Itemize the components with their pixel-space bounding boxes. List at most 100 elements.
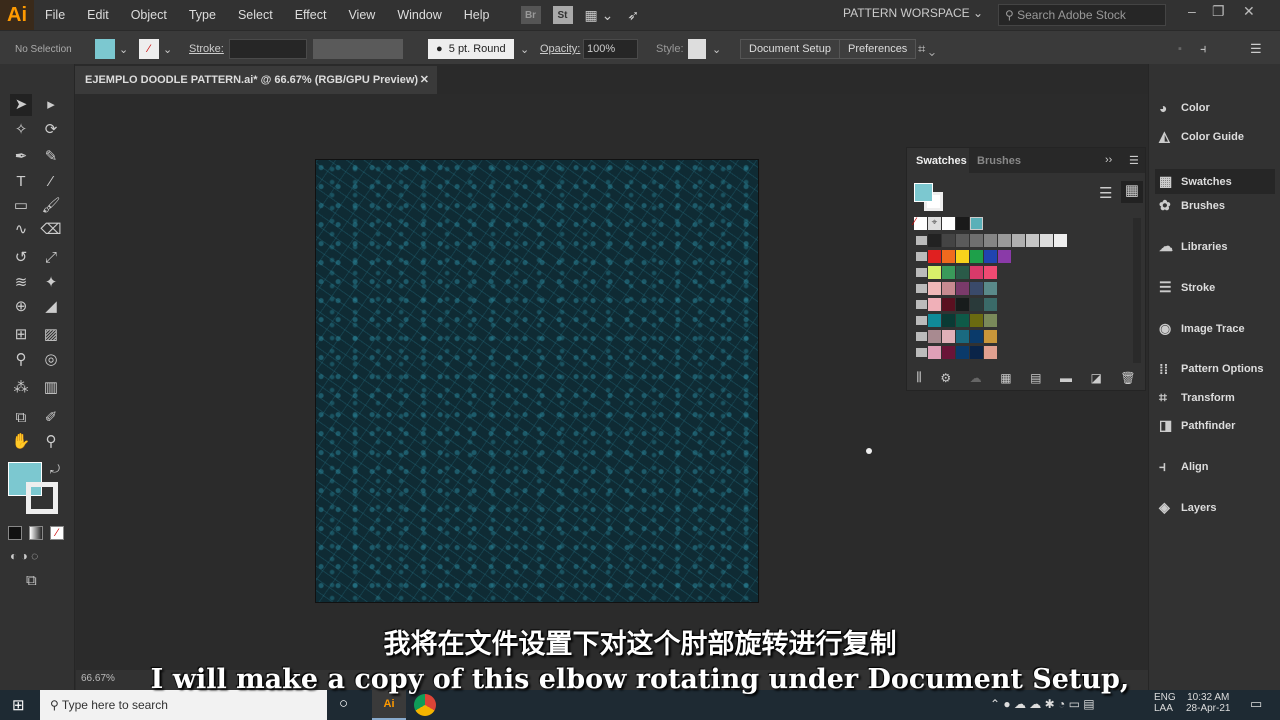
swatch[interactable] <box>956 330 969 343</box>
rotate-tool-icon[interactable]: ↺ <box>10 247 32 269</box>
swatch[interactable] <box>928 266 941 279</box>
swatch[interactable] <box>984 282 997 295</box>
stroke-weight-field[interactable] <box>229 39 307 59</box>
color-mode-icon[interactable] <box>8 526 22 540</box>
menu-file[interactable]: File <box>34 8 76 22</box>
close-icon[interactable]: ✕ <box>420 73 429 86</box>
swatch-white[interactable] <box>942 217 955 230</box>
chrome-taskbar-icon[interactable] <box>414 694 436 716</box>
swatch[interactable] <box>984 266 997 279</box>
artboard-tool-icon[interactable]: ⧉ <box>10 407 32 429</box>
screen-mode-icon[interactable]: ⧉ <box>26 572 37 589</box>
swatch[interactable] <box>984 298 997 311</box>
swatch-black[interactable] <box>956 217 969 230</box>
panel-layers[interactable]: ◈ Layers <box>1159 499 1216 516</box>
fill-swatch[interactable] <box>95 39 115 59</box>
workspace-switcher[interactable]: PATTERN WORSPACE ⌄ <box>843 6 983 20</box>
stroke-label[interactable]: Stroke: <box>189 39 224 59</box>
swatch[interactable] <box>942 330 955 343</box>
selection-tool-icon[interactable]: ➤ <box>10 94 32 116</box>
swatch[interactable] <box>970 330 983 343</box>
swatch[interactable] <box>984 346 997 359</box>
swatch[interactable] <box>1012 234 1025 247</box>
swatch[interactable] <box>942 282 955 295</box>
opacity-label[interactable]: Opacity: <box>540 39 580 59</box>
variable-width-profile[interactable] <box>313 39 403 59</box>
brush-definition[interactable]: ● 5 pt. Round <box>428 39 514 59</box>
menu-edit[interactable]: Edit <box>76 8 120 22</box>
swatch[interactable] <box>928 250 941 263</box>
scale-tool-icon[interactable]: ⤢ <box>40 247 62 269</box>
swatch-group-folder-icon[interactable] <box>916 348 927 357</box>
direct-selection-tool-icon[interactable]: ▸ <box>40 94 62 116</box>
menu-window[interactable]: Window <box>386 8 452 22</box>
swatch[interactable] <box>956 250 969 263</box>
bridge-button[interactable]: Br <box>520 6 541 24</box>
zoom-tool-icon[interactable]: ⚲ <box>40 431 62 453</box>
panel-color-guide[interactable]: ◭ Color Guide <box>1159 128 1244 145</box>
align-icon[interactable]: ⫞ <box>1200 39 1207 59</box>
swatch-group-folder-icon[interactable] <box>916 236 927 245</box>
swatch-kind-icon[interactable]: ⚙ <box>940 371 951 385</box>
chevron-down-icon[interactable]: ⌄ <box>119 39 128 59</box>
swatch[interactable] <box>984 234 997 247</box>
new-swatch-icon[interactable]: ◪ <box>1091 371 1102 385</box>
magic-wand-icon[interactable]: ✧ <box>10 119 32 141</box>
opacity-field[interactable]: 100% <box>583 39 638 59</box>
type-tool-icon[interactable]: T <box>10 171 32 193</box>
swatch-group-folder-icon[interactable] <box>916 252 927 261</box>
panel-swatches[interactable]: ▦ Swatches <box>1155 169 1275 194</box>
swatch[interactable] <box>928 282 941 295</box>
curvature-tool-icon[interactable]: ✎ <box>40 146 62 168</box>
align-grid-icon[interactable]: ▪ <box>1178 39 1182 59</box>
chevron-down-icon[interactable]: ⌄ <box>163 39 172 59</box>
panel-image-trace[interactable]: ◉ Image Trace <box>1159 320 1245 337</box>
swatch-group-folder-icon[interactable] <box>916 300 927 309</box>
swatch[interactable] <box>956 346 969 359</box>
clock[interactable]: 10:32 AM 28-Apr-21 <box>1186 692 1230 714</box>
line-tool-icon[interactable]: ⁄ <box>40 171 62 193</box>
swatch[interactable] <box>970 250 983 263</box>
swatch[interactable] <box>942 298 955 311</box>
swatch[interactable] <box>928 234 941 247</box>
collapse-icon[interactable]: ›› <box>1105 154 1112 166</box>
feather-icon[interactable]: ➶ <box>627 7 639 24</box>
stock-search-input[interactable]: ⚲ Search Adobe Stock <box>998 4 1166 26</box>
system-tray-icons[interactable]: ⌃ ● ☁ ☁ ✱ ◔ ▭ ▤ <box>990 697 1095 711</box>
color-group-icon[interactable]: ▤ <box>1030 371 1041 385</box>
artboard-doodle-pattern[interactable] <box>315 159 759 603</box>
paintbrush-icon[interactable]: 🖌 <box>40 195 62 217</box>
pen-tool-icon[interactable]: ✒ <box>10 146 32 168</box>
drawing-modes-icon[interactable]: ◐ ◑ ◌ <box>10 549 38 563</box>
swatch-none[interactable]: ⁄ <box>914 217 927 230</box>
menu-object[interactable]: Object <box>120 8 178 22</box>
menu-select[interactable]: Select <box>227 8 284 22</box>
menu-help[interactable]: Help <box>453 8 501 22</box>
puppet-warp-icon[interactable]: ✦ <box>40 272 62 294</box>
swatch[interactable] <box>1040 234 1053 247</box>
swatch-pattern[interactable] <box>970 217 983 230</box>
chevron-down-icon[interactable]: ⌄ <box>712 39 721 59</box>
swatch[interactable] <box>970 298 983 311</box>
swatch-group-folder-icon[interactable] <box>916 316 927 325</box>
stroke-swatch[interactable]: ⁄ <box>139 39 159 59</box>
blend-tool-icon[interactable]: ◎ <box>40 349 62 371</box>
swatch-group-folder-icon[interactable] <box>916 284 927 293</box>
panel-transform[interactable]: ⌗ Transform <box>1159 389 1235 406</box>
swatch[interactable] <box>984 314 997 327</box>
tab-brushes[interactable]: Brushes <box>977 155 1021 167</box>
swatch[interactable] <box>928 298 941 311</box>
style-swatch[interactable] <box>688 39 706 59</box>
panel-menu-icon[interactable]: ☰ <box>1129 154 1139 167</box>
panel-stroke[interactable]: ☰ Stroke <box>1159 279 1215 296</box>
swatch[interactable] <box>998 250 1011 263</box>
swatch-registration[interactable]: ⌖ <box>928 217 941 230</box>
swatch[interactable] <box>970 282 983 295</box>
swatch[interactable] <box>984 330 997 343</box>
task-view-icon[interactable]: ○ <box>339 695 348 712</box>
swatch-options-icon[interactable]: ▦ <box>1000 371 1011 385</box>
swatch[interactable] <box>942 314 955 327</box>
menu-type[interactable]: Type <box>178 8 227 22</box>
width-tool-icon[interactable]: ≋ <box>10 272 32 294</box>
language-indicator[interactable]: ENG LAA <box>1154 692 1176 714</box>
